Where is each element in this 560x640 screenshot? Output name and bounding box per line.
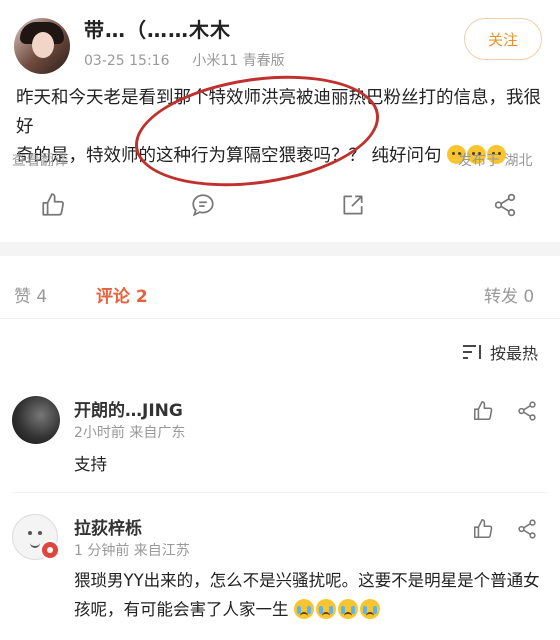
comment-meta: 2小时前 来自广东 [74,425,186,441]
post-author-name[interactable]: 带…（……木木 [84,14,231,43]
commenter-avatar[interactable] [12,396,60,444]
comment-text: 猥琐男YY出来的，怎么不是兴骚扰呢。这要不是明星是个普通女 孩呢，有可能会害了人… [74,566,554,624]
sort-hot-button[interactable]: 按最热 [462,340,538,364]
avatar-eyes [28,531,32,535]
crying-emoji-icon [293,599,314,619]
post-device: 小米11 青春版 [192,53,285,69]
more-share-icon [518,401,536,421]
post-author-avatar[interactable] [14,18,70,74]
thumbs-up-icon [473,519,493,539]
thumbs-up-icon [42,193,64,216]
comment-share-button[interactable] [514,398,540,424]
user-badge-icon [40,540,60,560]
share-icon [343,195,363,215]
comment-share-button[interactable] [514,516,540,542]
comment-like-button[interactable] [470,516,496,542]
follow-button[interactable]: 关注 [464,18,542,60]
comment-text: 支持 [74,455,107,474]
post-location: 发布于 湖北 [458,153,533,169]
avatar-face [32,32,54,58]
more-share-icon [518,519,536,539]
section-divider [0,242,560,256]
thumbs-up-icon [473,401,493,421]
comment-text-line-2: 孩呢，有可能会害了人家一生 [74,595,554,624]
crying-emoji-icon [315,599,336,619]
commenter-name[interactable]: 开朗的…JING [74,396,183,421]
like-button[interactable] [38,190,68,220]
comment-button[interactable] [188,190,218,220]
crying-emoji-icon [359,599,380,619]
comment-icon [192,194,214,217]
comment-meta: 1 分钟前 来自江苏 [74,543,190,559]
sort-label: 按最热 [490,344,539,363]
translate-link[interactable]: 查看翻译 [12,150,68,170]
post-body-line-1: 昨天和今天老是看到那个特效师洪亮被迪丽热巴粉丝打的信息，我很好 [16,88,541,137]
avatar-mouth [30,541,40,548]
more-share-icon [494,193,516,217]
post-body-line-2-text: 奇的是，特效师的这种行为算隔空猥亵吗？？ 纯好问句 [16,146,442,166]
tabs-divider [0,318,560,319]
more-share-button[interactable] [490,190,520,220]
comment-text-line-2-text: 孩呢，有可能会害了人家一生 [74,600,289,619]
tab-likes[interactable]: 赞 4 [14,282,47,307]
sort-icon [463,345,481,359]
repost-button[interactable] [338,190,368,220]
post-meta: 03-25 15:16 小米11 青春版 [84,50,285,70]
tab-reposts[interactable]: 转发 0 [484,282,534,307]
comment-like-button[interactable] [470,398,496,424]
crying-emoji-icon [337,599,358,619]
post-time: 03-25 15:16 [84,53,170,69]
commenter-name[interactable]: 拉荻梓栎 [74,514,142,539]
comment-text-line-1: 猥琐男YY出来的，怎么不是兴骚扰呢。这要不是明星是个普通女 [74,571,540,590]
tab-comments[interactable]: 评论 2 [96,282,148,307]
comment-divider [12,492,548,493]
